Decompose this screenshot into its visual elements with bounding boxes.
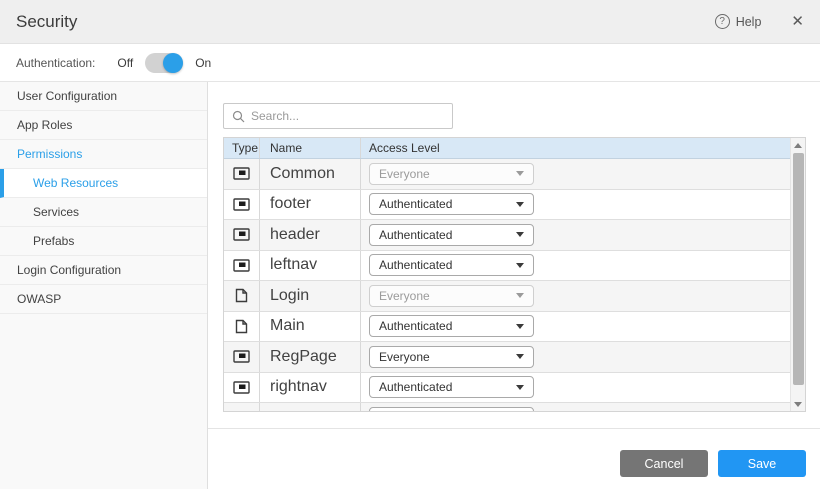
sidebar: User Configuration App Roles Permissions… xyxy=(0,82,208,489)
column-header-type: Type xyxy=(224,138,260,158)
resource-name: Main xyxy=(260,312,361,342)
sidebar-item-label: User Configuration xyxy=(17,89,117,103)
sidebar-item-label: Permissions xyxy=(17,147,82,161)
access-level-select[interactable]: Authenticated xyxy=(369,315,534,337)
table-header-row: Type Name Access Level xyxy=(224,138,790,159)
sidebar-item-label: Prefabs xyxy=(33,234,74,248)
page-icon xyxy=(224,312,260,342)
column-header-access-level: Access Level xyxy=(361,138,790,158)
sidebar-item-label: App Roles xyxy=(17,118,72,132)
vertical-scrollbar[interactable] xyxy=(790,138,805,411)
search-input[interactable] xyxy=(251,109,444,123)
partial-icon xyxy=(224,190,260,220)
sidebar-item-login-configuration[interactable]: Login Configuration xyxy=(0,256,207,285)
page-icon xyxy=(224,281,260,311)
authentication-bar: Authentication: Off On xyxy=(0,44,820,82)
table-row: rightnav Authenticated xyxy=(224,373,790,404)
main-panel: Type Name Access Level Common Everyone xyxy=(208,82,820,489)
toggle-off-label: Off xyxy=(117,56,133,70)
footer-actions: Cancel Save xyxy=(208,429,820,477)
help-label: Help xyxy=(736,15,762,29)
scrollbar-thumb[interactable] xyxy=(793,153,804,385)
access-level-select[interactable] xyxy=(369,407,534,412)
search-icon xyxy=(232,110,245,123)
table-row: footer Authenticated xyxy=(224,190,790,221)
access-level-select[interactable]: Authenticated xyxy=(369,254,534,276)
sidebar-item-web-resources[interactable]: Web Resources xyxy=(0,169,207,198)
toggle-knob xyxy=(163,53,183,73)
sidebar-item-label: OWASP xyxy=(17,292,61,306)
sidebar-item-label: Login Configuration xyxy=(17,263,121,277)
sidebar-item-permissions[interactable]: Permissions xyxy=(0,140,207,169)
close-icon[interactable]: ✕ xyxy=(791,14,804,29)
access-level-select[interactable]: Everyone xyxy=(369,346,534,368)
access-level-select: Everyone xyxy=(369,285,534,307)
partial-icon xyxy=(224,373,260,403)
table-row-clipped xyxy=(224,403,790,412)
partial-icon xyxy=(224,159,260,189)
toggle-on-label: On xyxy=(195,56,211,70)
chevron-down-icon xyxy=(516,171,524,176)
table-row: Login Everyone xyxy=(224,281,790,312)
page-title: Security xyxy=(16,12,77,32)
resource-name: footer xyxy=(260,190,361,220)
resource-name: RegPage xyxy=(260,342,361,372)
save-button[interactable]: Save xyxy=(718,450,806,477)
web-resources-table: Type Name Access Level Common Everyone xyxy=(223,137,806,412)
partial-icon xyxy=(224,251,260,281)
chevron-down-icon xyxy=(516,385,524,390)
table-row: Common Everyone xyxy=(224,159,790,190)
chevron-down-icon xyxy=(516,324,524,329)
sidebar-item-services[interactable]: Services xyxy=(0,198,207,227)
table-row: RegPage Everyone xyxy=(224,342,790,373)
resource-name: Common xyxy=(260,159,361,189)
chevron-down-icon xyxy=(516,232,524,237)
search-box xyxy=(223,103,453,129)
sidebar-item-owasp[interactable]: OWASP xyxy=(0,285,207,314)
chevron-down-icon xyxy=(516,202,524,207)
sidebar-item-prefabs[interactable]: Prefabs xyxy=(0,227,207,256)
chevron-down-icon xyxy=(516,293,524,298)
table-row: Main Authenticated xyxy=(224,312,790,343)
sidebar-item-label: Web Resources xyxy=(33,176,118,190)
sidebar-item-label: Services xyxy=(33,205,79,219)
resource-name: rightnav xyxy=(260,373,361,403)
access-level-select: Everyone xyxy=(369,163,534,185)
resource-name: leftnav xyxy=(260,251,361,281)
sidebar-item-app-roles[interactable]: App Roles xyxy=(0,111,207,140)
scroll-down-icon[interactable] xyxy=(791,397,805,411)
authentication-toggle[interactable] xyxy=(145,53,183,73)
table-row: leftnav Authenticated xyxy=(224,251,790,282)
access-level-select[interactable]: Authenticated xyxy=(369,224,534,246)
table-row: header Authenticated xyxy=(224,220,790,251)
resource-name: header xyxy=(260,220,361,250)
help-button[interactable]: ? Help xyxy=(715,14,762,29)
app-header: Security ? Help ✕ xyxy=(0,0,820,44)
access-level-select[interactable]: Authenticated xyxy=(369,376,534,398)
partial-icon xyxy=(224,220,260,250)
column-header-name: Name xyxy=(260,138,361,158)
partial-icon xyxy=(224,342,260,372)
chevron-down-icon xyxy=(516,263,524,268)
scroll-up-icon[interactable] xyxy=(791,138,805,152)
authentication-label: Authentication: xyxy=(16,56,95,70)
access-level-select[interactable]: Authenticated xyxy=(369,193,534,215)
cancel-button[interactable]: Cancel xyxy=(620,450,708,477)
help-icon: ? xyxy=(715,14,730,29)
chevron-down-icon xyxy=(516,354,524,359)
sidebar-item-user-configuration[interactable]: User Configuration xyxy=(0,82,207,111)
resource-name: Login xyxy=(260,281,361,311)
